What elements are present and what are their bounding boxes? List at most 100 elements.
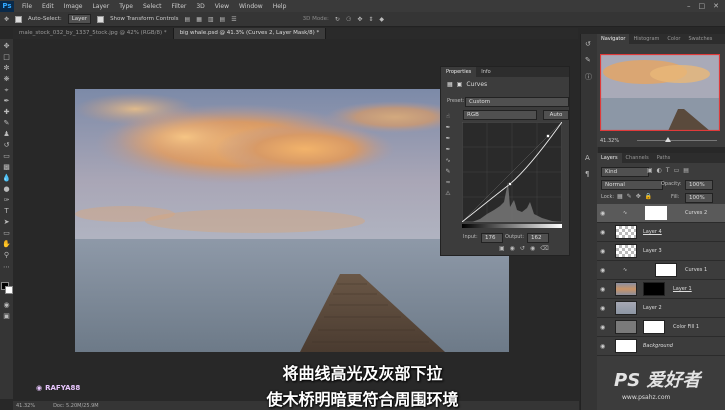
path-select-icon[interactable]: ➤	[2, 218, 11, 227]
preset-dropdown[interactable]: Custom	[465, 97, 569, 107]
layer-mask-icon[interactable]: ▣	[457, 81, 463, 88]
menu-filter[interactable]: Filter	[172, 3, 187, 10]
clone-stamp-icon[interactable]: ♟	[2, 130, 11, 139]
tab-color[interactable]: Color	[663, 34, 684, 44]
layer-mask-thumbnail[interactable]	[645, 206, 667, 220]
close-icon[interactable]: ✕	[713, 2, 719, 10]
brush-presets-icon[interactable]: ✎	[585, 56, 591, 64]
clip-warning-icon[interactable]: ⚠	[443, 188, 453, 199]
brush-icon[interactable]: ✎	[2, 119, 11, 128]
curve-edit-icon[interactable]: ∿	[443, 155, 453, 166]
menu-view[interactable]: View	[215, 3, 229, 10]
channel-dropdown[interactable]: RGB	[463, 110, 537, 120]
tab-swatches[interactable]: Swatches	[684, 34, 716, 44]
character-icon[interactable]: A	[585, 154, 590, 162]
3d-scale-icon[interactable]: ◆	[379, 16, 384, 23]
sample-black-icon[interactable]: ✒	[443, 122, 453, 133]
tab-big-whale[interactable]: big whale.psd @ 41.3% (Curves 2, Layer M…	[173, 28, 327, 39]
layer-row-color-fill-1[interactable]: ◉ Color Fill 1	[597, 318, 725, 337]
maximize-icon[interactable]: □	[699, 2, 706, 10]
tab-info[interactable]: Info	[476, 67, 495, 77]
3d-roll-icon[interactable]: ⚆	[346, 16, 351, 23]
align-bottom-icon[interactable]: ▥	[208, 16, 214, 23]
menu-help[interactable]: Help	[273, 3, 287, 10]
visibility-eye-icon[interactable]: ◉	[600, 248, 605, 255]
menu-3d[interactable]: 3D	[196, 3, 204, 10]
auto-button[interactable]: Auto	[543, 110, 569, 120]
visibility-eye-icon[interactable]: ◉	[600, 229, 605, 236]
lock-transparent-icon[interactable]: ▦	[617, 193, 623, 200]
layer-name[interactable]: Color Fill 1	[673, 324, 699, 330]
menu-file[interactable]: File	[22, 3, 32, 10]
reset-icon[interactable]: ↺	[520, 245, 525, 252]
visibility-eye-icon[interactable]: ◉	[600, 210, 605, 217]
filter-shape-icon[interactable]: ▭	[674, 167, 680, 174]
visibility-eye-icon[interactable]: ◉	[600, 286, 605, 293]
visibility-eye-icon[interactable]: ◉	[600, 305, 605, 312]
tab-channels[interactable]: Channels	[622, 153, 653, 163]
healing-icon[interactable]: ✚	[2, 108, 11, 117]
move-tool-icon[interactable]: ✥	[4, 16, 9, 23]
layer-row-layer-2[interactable]: ◉ Layer 2	[597, 299, 725, 318]
lock-position-icon[interactable]: ✥	[636, 193, 641, 200]
layer-mask-thumbnail[interactable]	[643, 320, 665, 334]
dodge-icon[interactable]: ●	[2, 185, 11, 194]
filter-type-icon[interactable]: T	[666, 167, 670, 174]
tab-paths[interactable]: Paths	[653, 153, 675, 163]
layer-row-layer-1[interactable]: ◉ Layer 1	[597, 280, 725, 299]
gradient-icon[interactable]: ▩	[2, 163, 11, 172]
menu-layer[interactable]: Layer	[92, 3, 109, 10]
layer-name[interactable]: Layer 1	[673, 286, 692, 292]
eraser-icon[interactable]: ▭	[2, 152, 11, 161]
3d-slide-icon[interactable]: ⇕	[368, 16, 373, 23]
history-icon[interactable]: ↺	[585, 40, 591, 48]
menu-select[interactable]: Select	[143, 3, 162, 10]
input-field[interactable]: 176	[481, 233, 503, 243]
zoom-icon[interactable]: ⚲	[2, 251, 11, 260]
hand-icon[interactable]: ✋	[2, 240, 11, 249]
blend-mode-dropdown[interactable]: Normal	[601, 180, 663, 190]
visibility-icon[interactable]: ◉	[530, 245, 535, 252]
auto-select-dropdown[interactable]: Layer	[67, 14, 92, 24]
output-field[interactable]: 162	[527, 233, 549, 243]
menu-image[interactable]: Image	[64, 3, 83, 10]
layer-row-background[interactable]: ◉ Background	[597, 337, 725, 356]
layer-name[interactable]: Curves 1	[685, 267, 707, 273]
tab-histogram[interactable]: Histogram	[629, 34, 663, 44]
lasso-icon[interactable]: ✼	[2, 64, 11, 73]
align-top-icon[interactable]: ▤	[185, 16, 191, 23]
blur-icon[interactable]: 💧	[2, 174, 11, 183]
layer-row-layer-3[interactable]: ◉ Layer 3	[597, 242, 725, 261]
trash-icon[interactable]: ⌫	[540, 245, 548, 252]
screen-mode-icon[interactable]: ▣	[2, 312, 11, 321]
3d-rotate-icon[interactable]: ↻	[335, 16, 340, 23]
fill-field[interactable]: 100%	[685, 193, 713, 203]
zoom-slider-handle[interactable]	[665, 137, 671, 142]
background-color-swatch[interactable]	[5, 286, 13, 294]
layer-row-curves-1[interactable]: ◉ ∿ Curves 1	[597, 261, 725, 280]
layer-row-layer-4[interactable]: ◉ Layer 4	[597, 223, 725, 242]
smooth-icon[interactable]: ≈	[443, 177, 453, 188]
clip-to-layer-icon[interactable]: ▣	[499, 245, 505, 252]
info-icon[interactable]: ⓘ	[585, 72, 592, 82]
layer-name[interactable]: Layer 3	[643, 248, 662, 254]
marquee-icon[interactable]: □	[2, 53, 11, 62]
lock-pixels-icon[interactable]: ✎	[627, 193, 632, 200]
tab-male-stock[interactable]: male_stock_032_by_1337_5tock.jpg @ 42% (…	[13, 28, 174, 39]
kind-filter-dropdown[interactable]: Kind	[601, 167, 649, 177]
shape-icon[interactable]: ▭	[2, 229, 11, 238]
type-icon[interactable]: T	[2, 207, 11, 216]
pencil-draw-icon[interactable]: ✎	[443, 166, 453, 177]
visibility-eye-icon[interactable]: ◉	[600, 324, 605, 331]
view-previous-icon[interactable]: ◉	[510, 245, 515, 252]
navigator-zoom-value[interactable]: 41.32%	[600, 138, 619, 144]
filter-pixel-icon[interactable]: ▣	[647, 167, 653, 174]
align-left-icon[interactable]: ▤	[220, 16, 226, 23]
distribute-icon[interactable]: ☰	[231, 16, 236, 23]
visibility-eye-icon[interactable]: ◉	[600, 267, 605, 274]
visibility-eye-icon[interactable]: ◉	[600, 343, 605, 350]
eyedropper-icon[interactable]: ✒	[2, 97, 11, 106]
lock-all-icon[interactable]: 🔒	[645, 193, 652, 200]
3d-drag-icon[interactable]: ✥	[357, 16, 362, 23]
menu-type[interactable]: Type	[119, 3, 133, 10]
